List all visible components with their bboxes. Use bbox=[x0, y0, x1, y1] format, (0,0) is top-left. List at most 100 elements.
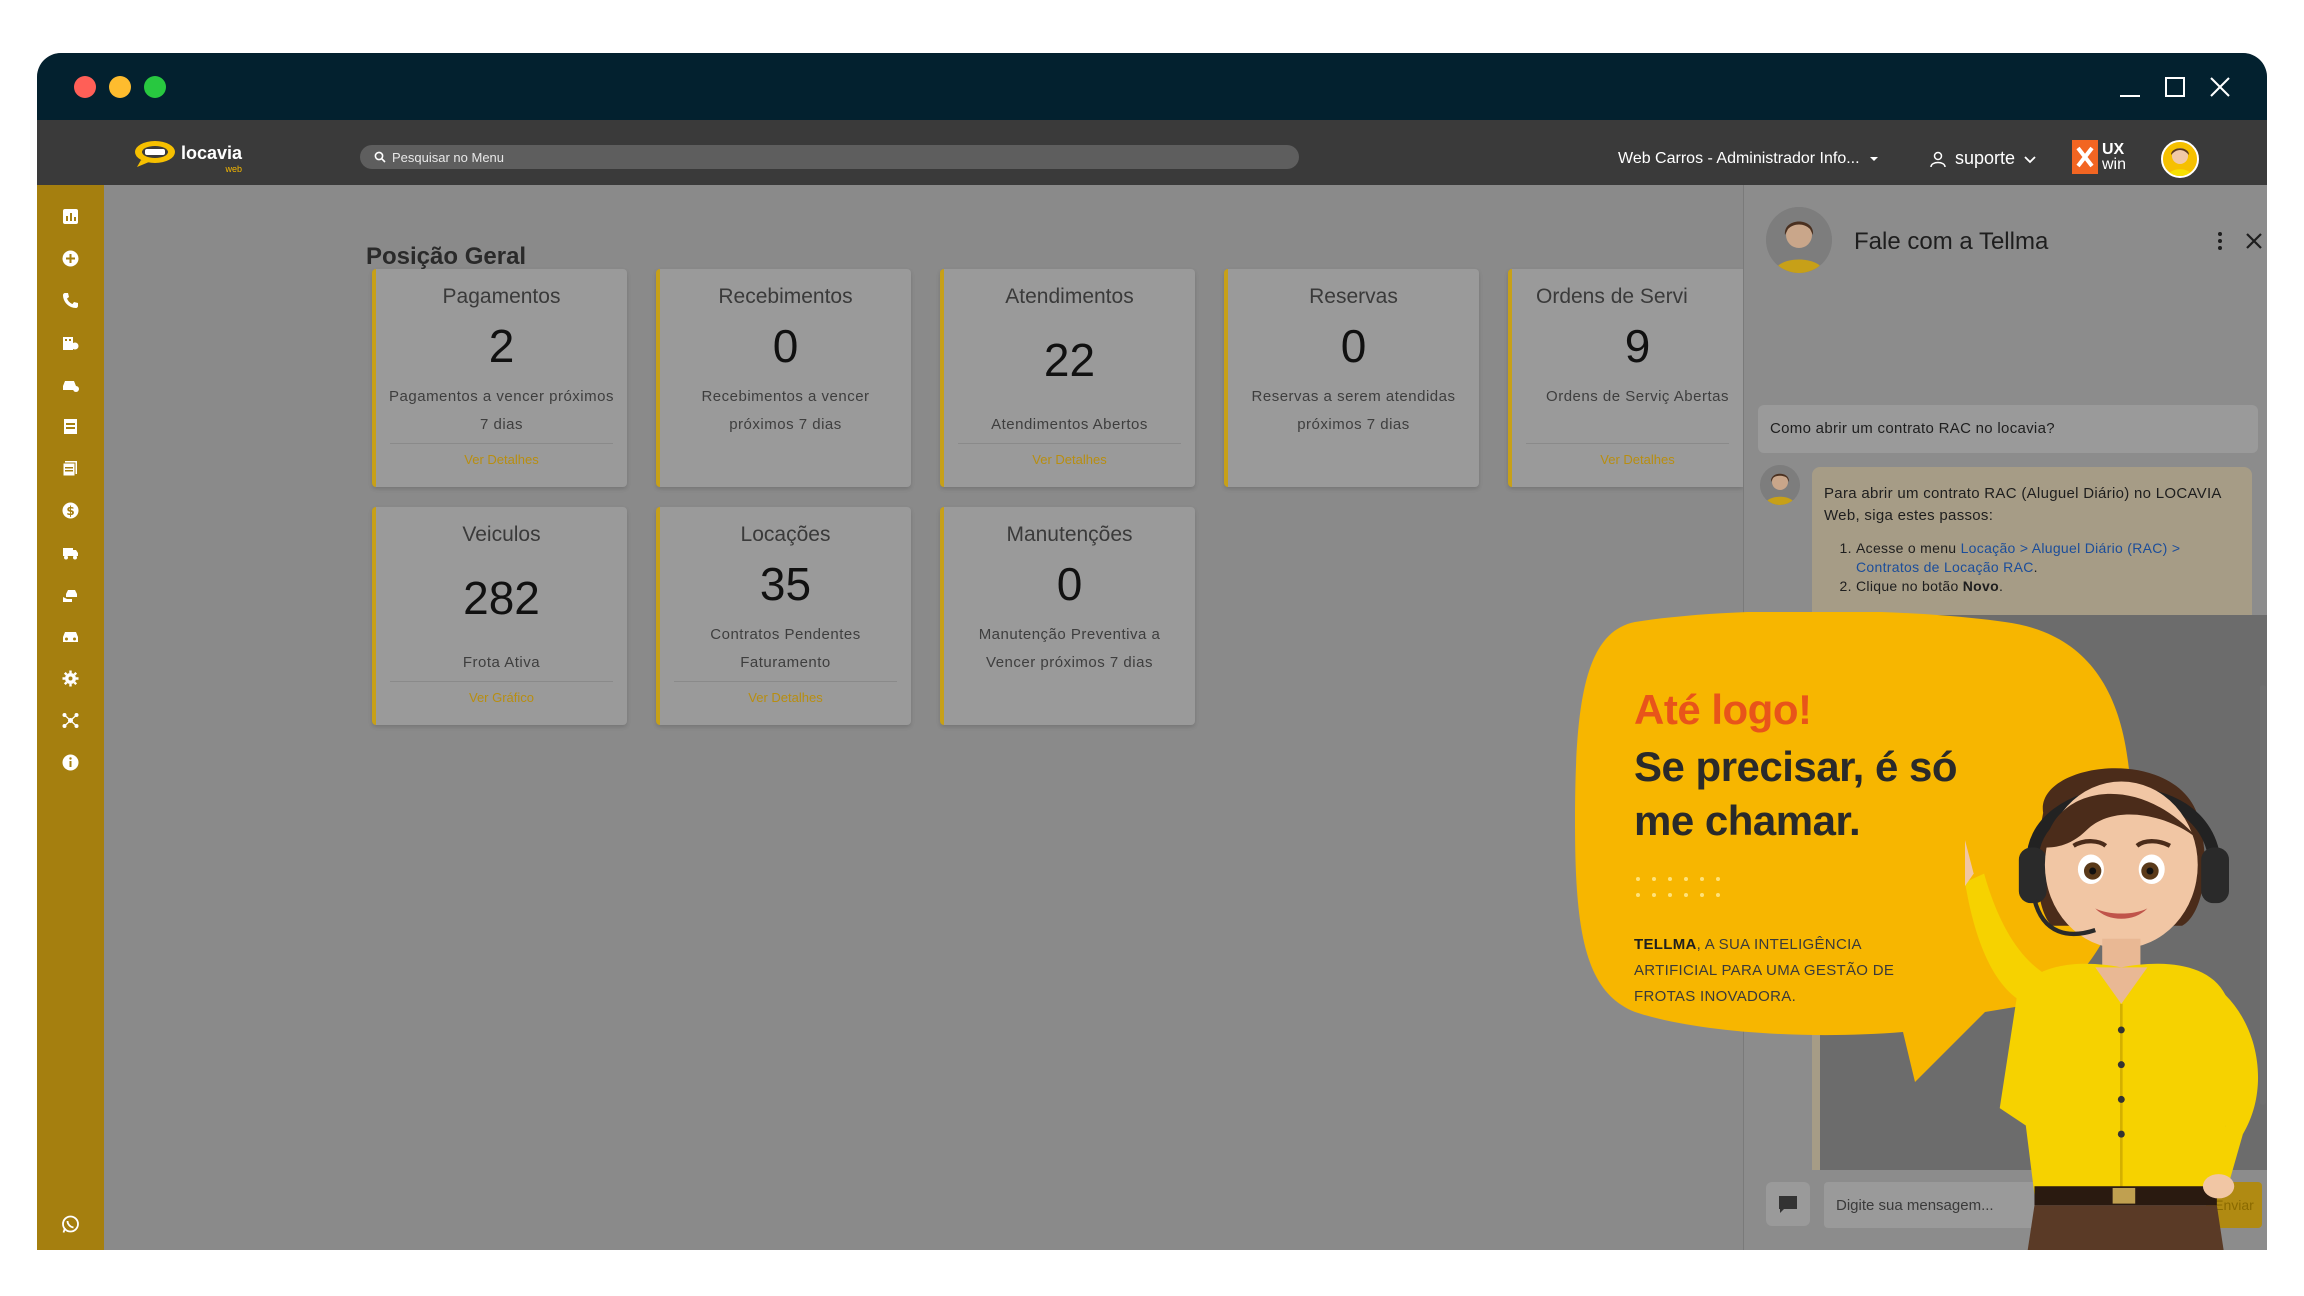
card-link-details[interactable]: Ver Detalhes bbox=[944, 452, 1195, 467]
uxwin-mark-icon bbox=[2072, 140, 2098, 174]
card-manutencoes[interactable]: Manutenções 0 Manutenção Preventiva a Ve… bbox=[940, 507, 1195, 725]
dot-pattern bbox=[1636, 877, 1720, 897]
documents-icon bbox=[62, 461, 77, 477]
chevron-down-icon bbox=[2024, 155, 2036, 163]
card-description: Pagamentos a vencer próximos 7 dias bbox=[389, 388, 614, 433]
sidebar-item-documents[interactable] bbox=[61, 459, 80, 478]
card-link-chart[interactable]: Ver Gráfico bbox=[376, 690, 627, 705]
sidebar-item-network[interactable] bbox=[61, 711, 80, 730]
close-window-dot[interactable] bbox=[74, 76, 96, 98]
close-icon[interactable] bbox=[2205, 72, 2235, 102]
sidebar-item-rental[interactable] bbox=[61, 375, 80, 394]
card-description: Recebimentos a vencer próximos 7 dias bbox=[701, 388, 870, 433]
card-recebimentos[interactable]: Recebimentos 0 Recebimentos a vencer pró… bbox=[656, 269, 911, 487]
card-title: Recebimentos bbox=[718, 285, 853, 308]
phone-icon bbox=[63, 293, 78, 308]
car-key-icon bbox=[63, 381, 79, 392]
minimize-window-dot[interactable] bbox=[109, 76, 131, 98]
sidebar-item-add[interactable] bbox=[61, 249, 80, 268]
sidebar-item-settings[interactable] bbox=[61, 669, 80, 688]
card-link-details[interactable]: Ver Detalhes bbox=[660, 690, 911, 705]
bot-step-1: Acesse o menu Locação > Aluguel Diário (… bbox=[1856, 539, 2240, 577]
user-menu[interactable]: suporte bbox=[1929, 148, 2037, 169]
card-title: Veiculos bbox=[462, 523, 541, 546]
bot-step-2: Clique no botão Novo. bbox=[1856, 577, 2240, 596]
card-divider bbox=[674, 681, 897, 682]
goodbye-promo: Até logo! Se precisar, é só me chamar. T… bbox=[1575, 612, 2265, 1250]
network-icon bbox=[62, 713, 79, 728]
plus-circle-icon bbox=[62, 250, 79, 267]
minimize-icon[interactable] bbox=[2115, 72, 2145, 102]
user-icon bbox=[1930, 151, 1946, 167]
card-divider bbox=[1526, 443, 1729, 444]
card-title: Manutenções bbox=[1006, 523, 1133, 546]
sidebar-item-whatsapp[interactable] bbox=[61, 1215, 80, 1234]
card-title: Locações bbox=[740, 523, 831, 546]
sidebar-item-vehicles[interactable] bbox=[61, 627, 80, 646]
sidebar-item-transport[interactable] bbox=[61, 543, 80, 562]
maximize-icon[interactable] bbox=[2160, 72, 2190, 102]
sidebar-item-support[interactable] bbox=[61, 585, 80, 604]
card-description: Contratos Pendentes Faturamento bbox=[710, 626, 861, 671]
bot-avatar-icon bbox=[1760, 465, 1800, 505]
maximize-window-dot[interactable] bbox=[144, 76, 166, 98]
sidebar-item-calls[interactable] bbox=[61, 291, 80, 310]
card-divider bbox=[390, 681, 613, 682]
card-locacoes[interactable]: Locações 35 Contratos Pendentes Faturame… bbox=[656, 507, 911, 725]
sidebar-item-billing[interactable]: $ bbox=[61, 501, 80, 520]
building-money-icon bbox=[63, 337, 79, 350]
uxwin-logo: UX win bbox=[2072, 140, 2136, 174]
card-description: Atendimentos Abertos bbox=[991, 416, 1148, 433]
sidebar-item-finance[interactable] bbox=[61, 333, 80, 352]
caret-down-icon bbox=[1869, 157, 1878, 161]
card-veiculos[interactable]: Veiculos 282 Frota Ativa Ver Gráfico bbox=[372, 507, 627, 725]
promo-caption: TELLMA, A SUA INTELIGÊNCIA ARTIFICIAL PA… bbox=[1634, 936, 1895, 1005]
page-title: Posição Geral bbox=[366, 243, 527, 270]
more-options-icon[interactable] bbox=[2214, 229, 2226, 253]
card-description: Manutenção Preventiva a Vencer próximos … bbox=[978, 626, 1161, 671]
tellma-avatar-icon bbox=[1766, 207, 1832, 273]
user-avatar[interactable] bbox=[2161, 140, 2199, 178]
svg-text:$: $ bbox=[66, 504, 74, 518]
main-content: Posição Geral Pagamentos 2 Pagamentos a … bbox=[104, 185, 1743, 1250]
user-message: Como abrir um contrato RAC no locavia? bbox=[1758, 405, 2258, 453]
locavia-logo-icon bbox=[135, 141, 175, 167]
uxwin-text-2: win bbox=[2102, 156, 2127, 173]
card-value: 0 bbox=[1056, 558, 1083, 610]
card-divider bbox=[390, 443, 613, 444]
tellma-avatar bbox=[1766, 207, 1832, 273]
sidebar-item-info[interactable] bbox=[61, 753, 80, 772]
info-icon bbox=[62, 754, 79, 771]
search-input[interactable] bbox=[392, 149, 992, 165]
card-value: 0 bbox=[1340, 320, 1367, 372]
card-title: Reservas bbox=[1309, 285, 1398, 308]
card-link-details[interactable]: Ver Detalhes bbox=[1532, 452, 1743, 467]
logo-subtext: web bbox=[225, 164, 243, 174]
whatsapp-icon bbox=[62, 1215, 79, 1233]
chat-header: Fale com a Tellma bbox=[1744, 185, 2267, 397]
card-link-details[interactable]: Ver Detalhes bbox=[376, 452, 627, 467]
card-ordens-servico[interactable]: Ordens de Servi 9 Ordens de Serviç Abert… bbox=[1508, 269, 1743, 487]
bot-avatar bbox=[1760, 465, 1800, 505]
card-description: Reservas a serem atendidas próximos 7 di… bbox=[1251, 388, 1456, 433]
user-name: suporte bbox=[1955, 148, 2016, 168]
sidebar-item-dashboard[interactable] bbox=[61, 207, 80, 226]
truck-icon bbox=[63, 548, 78, 560]
card-description: Frota Ativa bbox=[462, 654, 541, 671]
search-icon bbox=[374, 151, 386, 163]
avatar-face-icon bbox=[2163, 142, 2197, 176]
uxwin-text-1: UX bbox=[2102, 141, 2125, 158]
promo-subheadline: Se precisar, é só me chamar. bbox=[1634, 743, 1958, 844]
card-title: Atendimentos bbox=[1005, 285, 1134, 308]
chat-title: Fale com a Tellma bbox=[1854, 228, 2049, 255]
card-pagamentos[interactable]: Pagamentos 2 Pagamentos a vencer próximo… bbox=[372, 269, 627, 487]
card-atendimentos[interactable]: Atendimentos 22 Atendimentos Abertos Ver… bbox=[940, 269, 1195, 487]
company-selector[interactable]: Web Carros - Administrador Info... bbox=[1618, 150, 1880, 168]
sidebar-item-garage[interactable] bbox=[61, 417, 80, 436]
card-reservas[interactable]: Reservas 0 Reservas a serem atendidas pr… bbox=[1224, 269, 1479, 487]
locavia-logo[interactable]: locavia web bbox=[133, 138, 242, 174]
menu-search[interactable] bbox=[360, 145, 1299, 169]
hand-car-icon bbox=[63, 590, 77, 602]
dollar-icon: $ bbox=[62, 502, 79, 519]
chat-close-icon[interactable] bbox=[2244, 231, 2264, 251]
